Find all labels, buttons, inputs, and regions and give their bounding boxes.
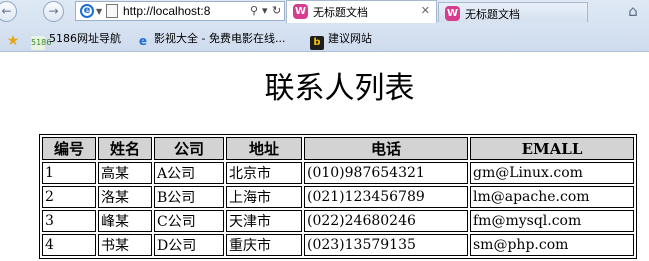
dropdown-arrow-icon[interactable]: ▾ — [262, 4, 268, 17]
table-cell: 洛某 — [98, 186, 152, 208]
table-cell: 2 — [42, 186, 96, 208]
browser-chrome: ← → e ▼ http://localhost:8 ⚲ ▾ ↻ W 无标题文档… — [0, 0, 649, 52]
tab-active[interactable]: W 无标题文档 ✕ — [286, 0, 437, 23]
table-cell: lm@apache.com — [470, 186, 634, 208]
table-cell: 天津市 — [226, 210, 302, 232]
table-cell: 峰某 — [98, 210, 152, 232]
ie-logo-icon: e — [80, 4, 94, 18]
table-cell: gm@Linux.com — [470, 162, 634, 184]
search-icon[interactable]: ⚲ — [250, 4, 258, 17]
table-cell: 上海市 — [226, 186, 302, 208]
5186-icon: 5186 — [31, 36, 51, 50]
table-row: 2 洛某 B公司 上海市 (021)123456789 lm@apache.co… — [42, 186, 634, 208]
page-icon — [106, 4, 118, 18]
refresh-icon[interactable]: ↻ — [272, 4, 281, 17]
contacts-table: 编号 姓名 公司 地址 电话 EMALL 1 高某 A公司 北京市 (010)9… — [39, 134, 637, 259]
table-cell: D公司 — [154, 234, 224, 256]
table-cell: (023)13579135 — [304, 234, 468, 256]
table-row: 1 高某 A公司 北京市 (010)987654321 gm@Linux.com — [42, 162, 634, 184]
column-header-id: 编号 — [42, 137, 96, 160]
tab-label: 无标题文档 — [313, 6, 368, 19]
table-cell: 书某 — [98, 234, 152, 256]
page-title: 联系人列表 — [264, 71, 415, 106]
favorite-label: 5186网址导航 — [49, 32, 121, 45]
forward-arrow-icon: → — [48, 4, 59, 18]
dropdown-arrow-icon[interactable]: ▼ — [96, 7, 102, 16]
table-cell: B公司 — [154, 186, 224, 208]
back-arrow-icon: ← — [1, 4, 12, 18]
table-row: 3 峰某 C公司 天津市 (022)24680246 fm@mysql.com — [42, 210, 634, 232]
column-header-phone: 电话 — [304, 137, 468, 160]
table-cell: 3 — [42, 210, 96, 232]
table-cell: 高某 — [98, 162, 152, 184]
tab-inactive[interactable]: W 无标题文档 — [438, 2, 588, 22]
address-bar[interactable]: e ▼ http://localhost:8 ⚲ ▾ ↻ — [75, 1, 285, 21]
bing-icon: b — [310, 36, 324, 50]
star-icon: ★ — [6, 33, 20, 49]
column-header-name: 姓名 — [98, 137, 152, 160]
table-row: 4 书某 D公司 重庆市 (023)13579135 sm@php.com — [42, 234, 634, 256]
table-cell: A公司 — [154, 162, 224, 184]
table-header-row: 编号 姓名 公司 地址 电话 EMALL — [42, 137, 634, 160]
favorite-label: 建议网站 — [328, 32, 372, 45]
favorite-link-5186[interactable]: 51865186网址导航 — [31, 30, 121, 50]
ie-icon: e — [138, 34, 148, 48]
table-cell: (022)24680246 — [304, 210, 468, 232]
page-content: 联系人列表 编号 姓名 公司 地址 电话 EMALL 1 高某 A公司 北京市 … — [0, 52, 649, 261]
favorite-link-suggested[interactable]: b 建议网站 — [310, 30, 372, 50]
table-cell: 重庆市 — [226, 234, 302, 256]
favorite-link-movies[interactable]: e 影视大全 - 免费电影在线... — [136, 30, 286, 48]
web-page-icon: W — [445, 6, 460, 21]
column-header-email: EMALL — [470, 137, 634, 160]
favorites-bar: ★ 51865186网址导航 e 影视大全 - 免费电影在线... b 建议网站 — [0, 27, 649, 51]
close-icon[interactable]: ✕ — [421, 4, 430, 17]
table-cell: 4 — [42, 234, 96, 256]
table-cell: fm@mysql.com — [470, 210, 634, 232]
table-cell: 1 — [42, 162, 96, 184]
table-cell: sm@php.com — [470, 234, 634, 256]
favorite-label: 影视大全 - 免费电影在线... — [154, 32, 286, 45]
table-cell: C公司 — [154, 210, 224, 232]
web-page-icon: W — [293, 4, 308, 19]
back-button[interactable]: ← — [0, 1, 17, 22]
column-header-company: 公司 — [154, 137, 224, 160]
forward-button[interactable]: → — [43, 1, 64, 22]
favorites-button[interactable]: ★ — [6, 30, 24, 48]
address-url[interactable]: http://localhost:8 — [123, 4, 246, 18]
home-icon[interactable]: ⌂ — [622, 1, 644, 21]
table-cell: 北京市 — [226, 162, 302, 184]
column-header-address: 地址 — [226, 137, 302, 160]
table-cell: (010)987654321 — [304, 162, 468, 184]
tab-label: 无标题文档 — [465, 8, 520, 21]
table-cell: (021)123456789 — [304, 186, 468, 208]
